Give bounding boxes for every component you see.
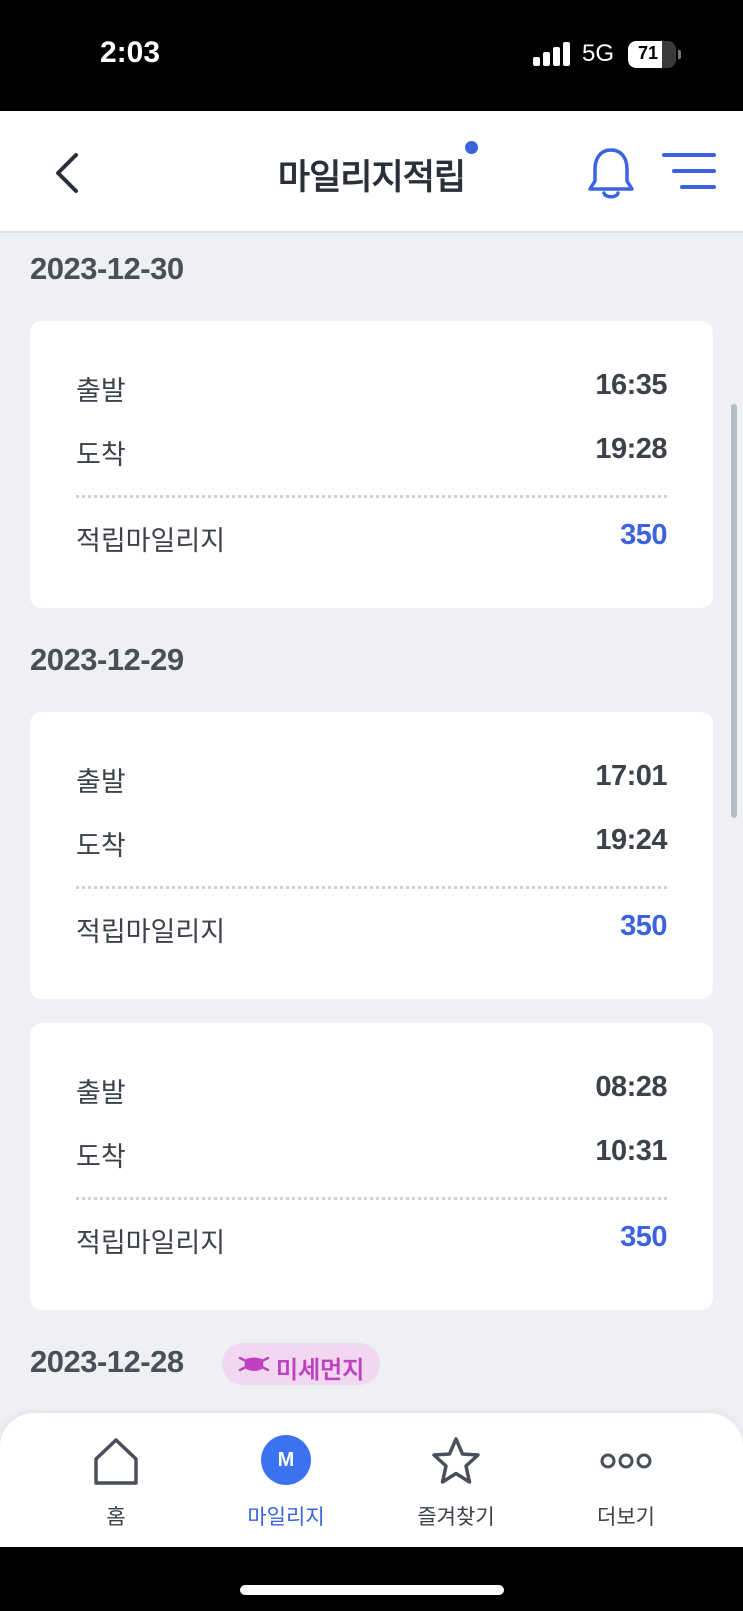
arrive-label: 도착: [76, 831, 126, 862]
nav-mileage-label: 마일리지: [247, 1505, 325, 1529]
mileage-value: 350: [620, 910, 667, 942]
nav-favorites[interactable]: 즐겨찾기: [363, 1413, 549, 1547]
fine-dust-label: 미세먼지: [276, 1356, 365, 1384]
arrive-row: 도착 19:28: [76, 433, 667, 473]
trip-card: 출발 17:01 도착 19:24 적립마일리지 350: [30, 712, 713, 999]
arrive-row: 도착 19:24: [76, 824, 667, 864]
battery-level: 71: [637, 43, 659, 63]
depart-row: 출발 16:35: [76, 369, 667, 409]
nav-mileage[interactable]: M 마일리지: [193, 1413, 379, 1547]
date-heading: 2023-12-29: [30, 642, 184, 677]
mileage-value: 350: [620, 1221, 667, 1253]
notification-dot: [465, 141, 478, 154]
arrive-time: 10:31: [595, 1135, 667, 1167]
nav-home-label: 홈: [106, 1505, 126, 1529]
notification-button[interactable]: [586, 145, 636, 201]
nav-more-label: 더보기: [597, 1505, 655, 1529]
trip-card: 출발 08:28 도착 10:31 적립마일리지 350: [30, 1023, 713, 1310]
nav-more[interactable]: 더보기: [533, 1413, 719, 1547]
arrive-label: 도착: [76, 1142, 126, 1173]
fine-dust-badge: 미세먼지: [222, 1343, 380, 1385]
depart-row: 출발 08:28: [76, 1071, 667, 1111]
depart-time: 16:35: [595, 369, 667, 401]
mileage-label: 적립마일리지: [76, 526, 226, 557]
arrive-row: 도착 10:31: [76, 1135, 667, 1175]
depart-label: 출발: [76, 767, 126, 798]
network-type: 5G: [582, 40, 615, 67]
home-indicator-area: [0, 1547, 743, 1611]
dotted-divider: [76, 886, 667, 889]
date-heading: 2023-12-30: [30, 251, 184, 286]
arrive-time: 19:28: [595, 433, 667, 465]
dotted-divider: [76, 1197, 667, 1200]
date-heading: 2023-12-28: [30, 1344, 184, 1379]
mileage-value: 350: [620, 519, 667, 551]
nav-home[interactable]: 홈: [23, 1413, 209, 1547]
battery-icon: 71: [628, 41, 676, 68]
scrollbar[interactable]: [731, 404, 737, 818]
bell-icon: [588, 148, 634, 199]
mileage-label: 적립마일리지: [76, 1228, 226, 1259]
dotted-divider: [76, 495, 667, 498]
nav-favorites-label: 즐겨찾기: [417, 1505, 495, 1529]
status-bar: 2:03 5G 71: [0, 0, 743, 111]
star-icon: [432, 1437, 480, 1484]
depart-row: 출발 17:01: [76, 760, 667, 800]
depart-label: 출발: [76, 1078, 126, 1109]
battery-tip: [678, 50, 681, 59]
arrive-label: 도착: [76, 440, 126, 471]
mileage-row: 적립마일리지 350: [76, 519, 667, 559]
status-time: 2:03: [100, 36, 161, 69]
bottom-navigation: 홈 M 마일리지 즐겨찾기 더보기: [0, 1413, 743, 1547]
home-icon: [94, 1438, 138, 1485]
depart-time: 17:01: [595, 760, 667, 792]
app-header: 마일리지적립: [0, 111, 743, 233]
menu-button[interactable]: [662, 151, 716, 195]
more-icon: [600, 1453, 652, 1469]
arrive-time: 19:24: [595, 824, 667, 856]
mileage-row: 적립마일리지 350: [76, 1221, 667, 1261]
home-indicator[interactable]: [240, 1585, 504, 1595]
depart-label: 출발: [76, 376, 126, 407]
signal-icon: [533, 42, 571, 66]
mileage-history-list[interactable]: 2023-12-30 출발 16:35 도착 19:28 적립마일리지 350 …: [0, 235, 743, 1415]
mileage-label: 적립마일리지: [76, 917, 226, 948]
depart-time: 08:28: [595, 1071, 667, 1103]
mileage-row: 적립마일리지 350: [76, 910, 667, 950]
menu-icon: [662, 153, 716, 189]
mileage-icon: M: [261, 1435, 311, 1485]
trip-card: 출발 16:35 도착 19:28 적립마일리지 350: [30, 321, 713, 608]
mask-icon: [238, 1356, 270, 1372]
